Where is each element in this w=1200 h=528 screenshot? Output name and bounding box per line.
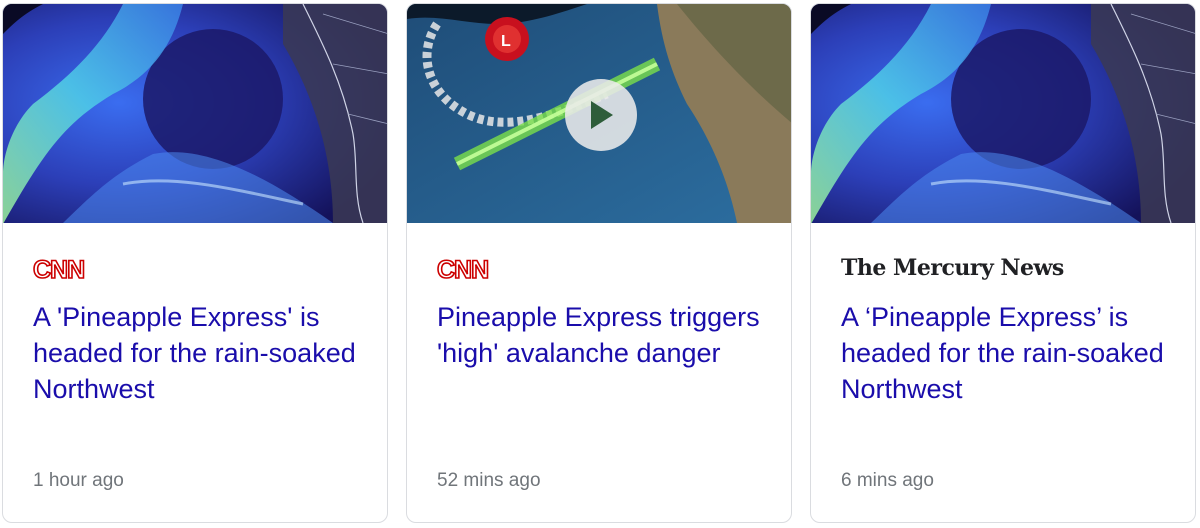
headline-link[interactable]: A 'Pineapple Express' is headed for the … (33, 299, 363, 407)
news-card[interactable]: The Mercury News A ‘Pineapple Express’ i… (810, 3, 1196, 523)
timestamp: 52 mins ago (437, 470, 541, 491)
source-logo-cnn: CNN (436, 256, 490, 284)
timestamp: 1 hour ago (33, 470, 124, 491)
play-icon[interactable] (565, 79, 637, 151)
news-card[interactable]: L CNN Pineapple Express triggers 'high' … (406, 3, 792, 523)
timestamp: 6 mins ago (841, 470, 934, 491)
headline-link[interactable]: Pineapple Express triggers 'high' avalan… (437, 299, 767, 371)
svg-text:L: L (501, 33, 511, 50)
source-logo-cnn: CNN (32, 256, 86, 284)
news-carousel: CNN A 'Pineapple Express' is headed for … (0, 0, 1200, 528)
headline-link[interactable]: A ‘Pineapple Express’ is headed for the … (841, 299, 1171, 407)
source-logo-mercury-news: The Mercury News (841, 255, 1064, 281)
news-card[interactable]: CNN A 'Pineapple Express' is headed for … (2, 3, 388, 523)
satellite-thumbnail[interactable] (811, 4, 1195, 223)
video-thumbnail[interactable]: L (407, 4, 791, 223)
satellite-thumbnail[interactable] (3, 4, 387, 223)
